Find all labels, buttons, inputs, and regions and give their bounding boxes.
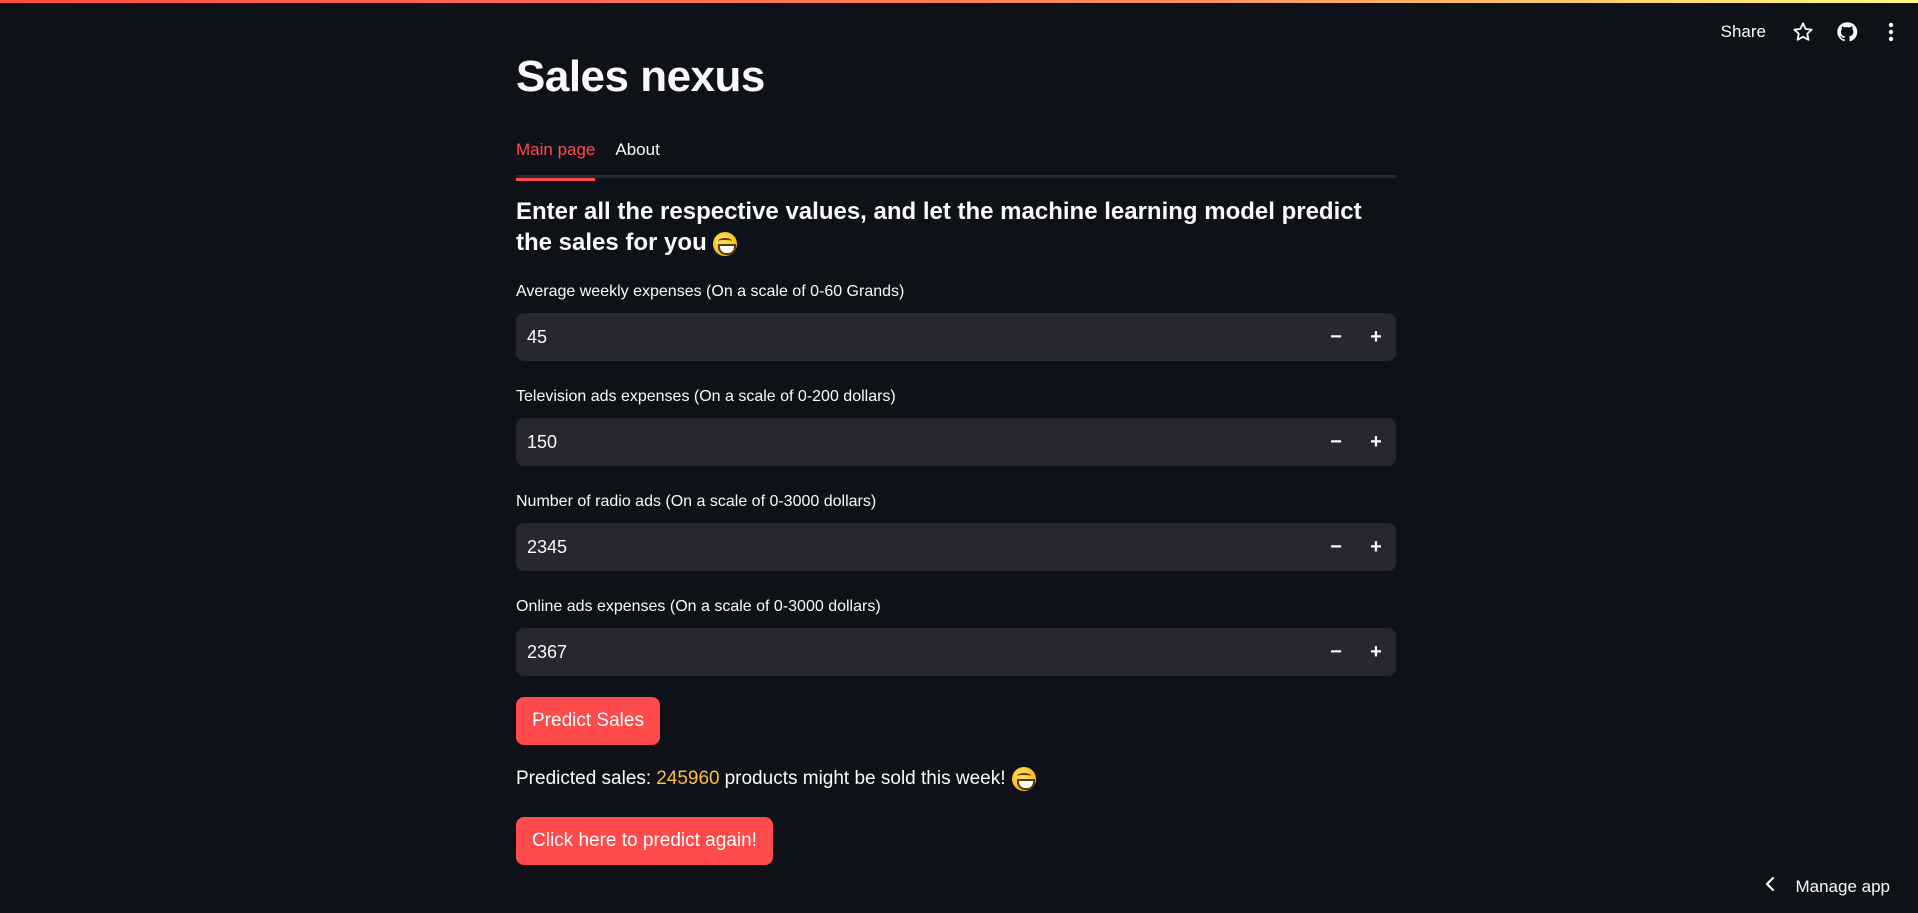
- github-icon[interactable]: [1834, 19, 1860, 45]
- tab-main-page[interactable]: Main page: [516, 136, 596, 181]
- radio-ads-label: Number of radio ads (On a scale of 0-300…: [516, 493, 877, 510]
- weekly-expenses-decrement-button[interactable]: −: [1316, 313, 1356, 361]
- online-ads-label: Online ads expenses (On a scale of 0-300…: [516, 598, 881, 615]
- header-decoration-stripe: [0, 0, 1918, 3]
- instructions-subheader: Enter all the respective values, and let…: [516, 196, 1396, 258]
- predict-sales-button[interactable]: Predict Sales: [516, 697, 660, 745]
- radio-ads-increment-button[interactable]: +: [1356, 523, 1396, 571]
- tv-ads-input-group: 150 − +: [516, 418, 1396, 466]
- weekly-expenses-increment-button[interactable]: +: [1356, 313, 1396, 361]
- star-icon[interactable]: [1790, 19, 1816, 45]
- manage-app-button[interactable]: Manage app: [1765, 876, 1890, 897]
- manage-app-label: Manage app: [1795, 876, 1890, 896]
- share-button[interactable]: Share: [1715, 18, 1772, 46]
- prediction-result: Predicted sales: 245960 products might b…: [516, 767, 1036, 791]
- predicted-sales-value: 245960: [656, 768, 720, 789]
- radio-ads-input-group: 2345 − +: [516, 523, 1396, 571]
- grinning-emoji-icon: [712, 231, 737, 256]
- top-toolbar: Share: [1715, 18, 1904, 46]
- tab-bar: Main page About: [516, 136, 1396, 181]
- result-prefix: Predicted sales:: [516, 768, 652, 789]
- chevron-left-icon: [1765, 876, 1775, 897]
- online-ads-input[interactable]: 2367: [516, 642, 1316, 663]
- online-ads-input-group: 2367 − +: [516, 628, 1396, 676]
- grinning-emoji-icon: [1011, 767, 1036, 791]
- more-vertical-icon[interactable]: [1878, 19, 1904, 45]
- instructions-text: Enter all the respective values, and let…: [516, 198, 1362, 256]
- result-suffix: products might be sold this week!: [724, 768, 1006, 789]
- radio-ads-input[interactable]: 2345: [516, 537, 1316, 558]
- weekly-expenses-input-group: 45 − +: [516, 313, 1396, 361]
- predict-again-button[interactable]: Click here to predict again!: [516, 817, 773, 865]
- tv-ads-input[interactable]: 150: [516, 432, 1316, 453]
- tv-ads-label: Television ads expenses (On a scale of 0…: [516, 388, 896, 405]
- online-ads-decrement-button[interactable]: −: [1316, 628, 1356, 676]
- tv-ads-decrement-button[interactable]: −: [1316, 418, 1356, 466]
- online-ads-increment-button[interactable]: +: [1356, 628, 1396, 676]
- tv-ads-increment-button[interactable]: +: [1356, 418, 1396, 466]
- weekly-expenses-input[interactable]: 45: [516, 327, 1316, 348]
- tab-about[interactable]: About: [615, 136, 659, 178]
- page-title: Sales nexus: [516, 52, 765, 101]
- radio-ads-decrement-button[interactable]: −: [1316, 523, 1356, 571]
- weekly-expenses-label: Average weekly expenses (On a scale of 0…: [516, 283, 905, 300]
